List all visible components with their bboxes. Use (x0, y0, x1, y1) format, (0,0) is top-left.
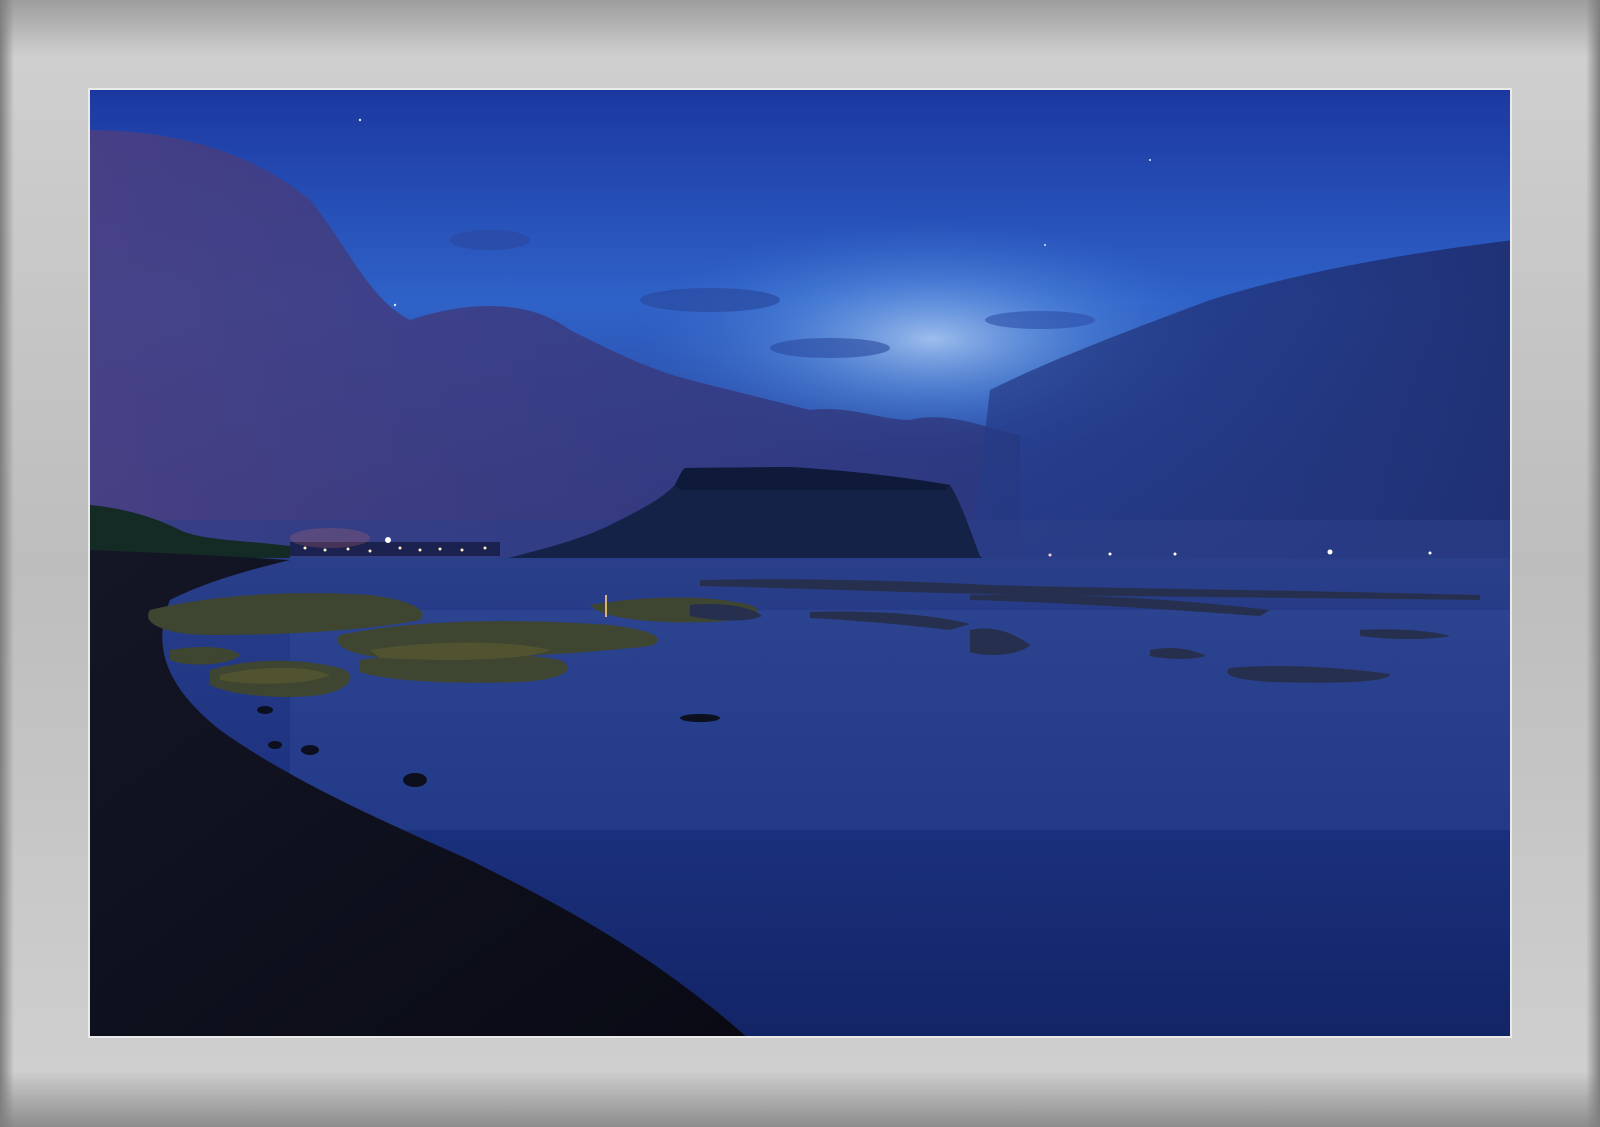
wispy-cloud (640, 288, 780, 312)
landscape-scene (90, 90, 1510, 1036)
photo-frame (0, 0, 1600, 1127)
star (1149, 159, 1151, 161)
star (393, 303, 397, 307)
frame-shadow-left (0, 0, 14, 1127)
star (1044, 244, 1046, 246)
frame-shadow-right (1586, 0, 1600, 1127)
wispy-cloud (770, 338, 890, 358)
landscape-photo (88, 88, 1512, 1038)
star (358, 118, 362, 122)
wispy-cloud (450, 230, 530, 250)
light-reflection (605, 595, 607, 617)
wispy-cloud (985, 311, 1095, 329)
